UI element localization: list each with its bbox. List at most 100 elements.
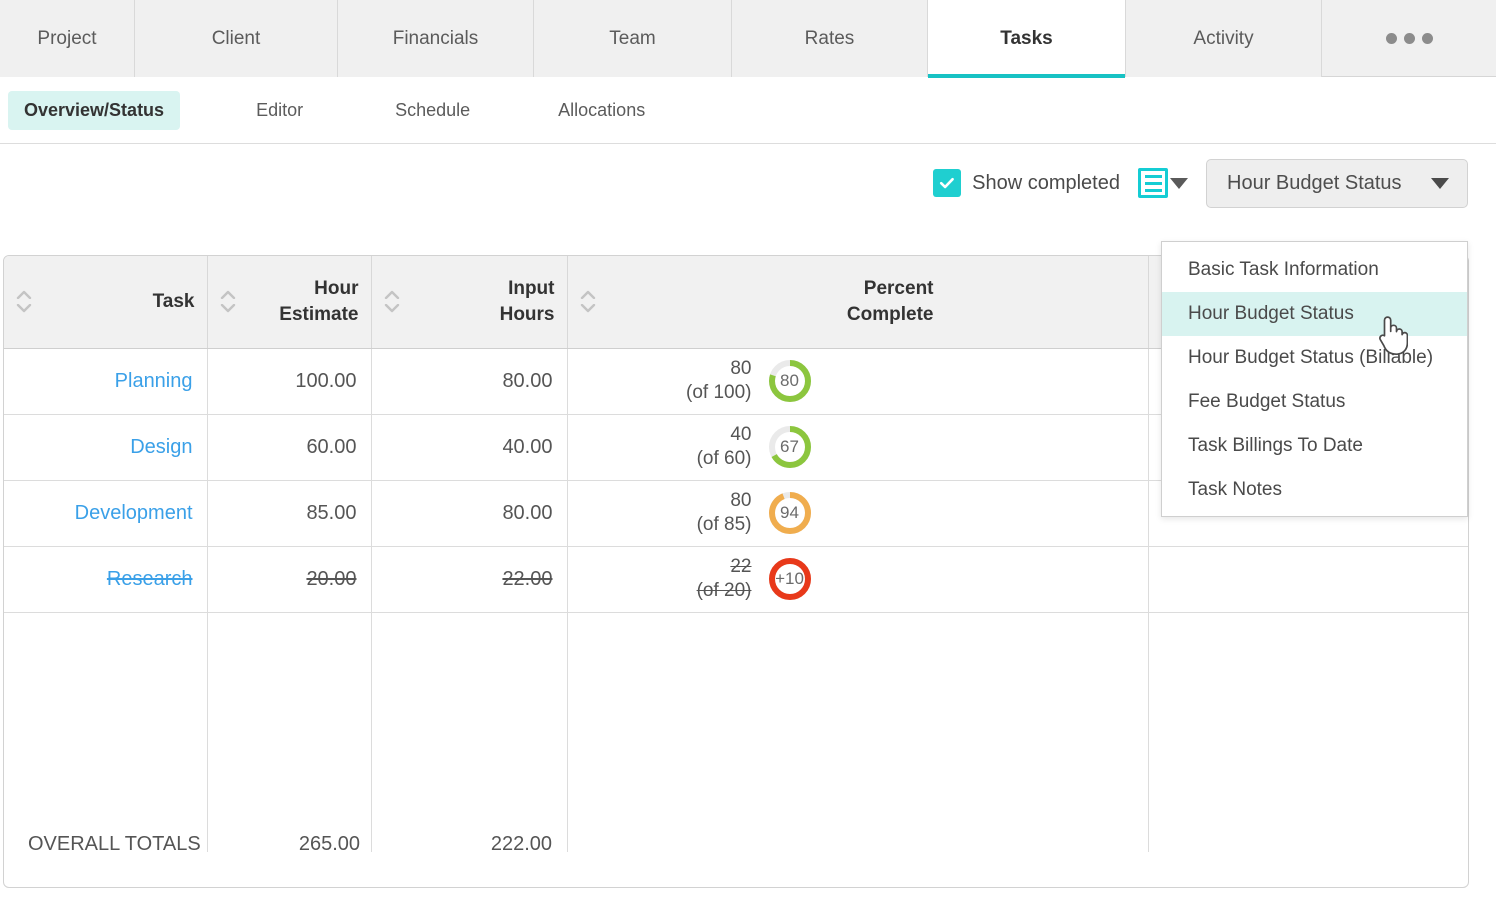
column-header-hour-estimate[interactable]: Hour Estimate: [207, 256, 372, 349]
tab-label: Rates: [804, 27, 855, 49]
header-line-1: Hour: [314, 277, 359, 299]
column-header-label: Input Hours: [400, 276, 555, 328]
pc-value: 22: [730, 555, 752, 577]
subtab-allocations[interactable]: Allocations: [542, 91, 661, 130]
pc-value: 80: [730, 489, 752, 511]
percent-complete-text: 40 (of 60): [660, 423, 752, 472]
cell-task: Research: [4, 546, 208, 613]
totals-input-hours: 222.00: [490, 833, 552, 855]
view-select[interactable]: Hour Budget Status: [1206, 158, 1468, 208]
column-header-task[interactable]: Task: [4, 256, 208, 349]
menu-item-label: Hour Budget Status (Billable): [1188, 347, 1434, 368]
chevron-down-icon: [1170, 177, 1188, 189]
chevron-down-icon: [1431, 177, 1449, 189]
cell-hour-estimate: 60.00: [207, 414, 372, 481]
header-line-2: Estimate: [279, 303, 359, 325]
tab-rates[interactable]: Rates: [732, 0, 928, 77]
cell-hour-estimate: 20.00: [207, 546, 372, 613]
subtab-schedule[interactable]: Schedule: [379, 91, 486, 130]
header-line-1: Input: [508, 277, 555, 299]
column-header-percent-complete[interactable]: Percent Complete: [567, 256, 1149, 349]
menu-item-label: Fee Budget Status: [1188, 391, 1346, 412]
percent-complete-text: 22 (of 20): [660, 555, 752, 604]
menu-item-label: Task Notes: [1188, 479, 1282, 500]
subtab-editor[interactable]: Editor: [240, 91, 319, 130]
tab-label: Team: [609, 27, 656, 49]
table-toolbar: Show completed Hour Budget Status: [0, 144, 1496, 222]
column-header-label: Task: [152, 290, 195, 312]
menu-item-basic-task-information[interactable]: Basic Task Information: [1162, 248, 1467, 292]
sort-toggle-task[interactable]: [16, 290, 32, 313]
donut-value: +10: [775, 569, 804, 588]
sort-toggle-hour-estimate[interactable]: [220, 290, 236, 313]
column-header-label: Percent Complete: [596, 276, 934, 328]
cell-hour-estimate: 85.00: [207, 480, 372, 547]
pc-value: 80: [730, 357, 752, 379]
tab-label: Client: [211, 27, 261, 49]
cell-input-hours: 80.00: [371, 348, 568, 415]
pc-of: (of 20): [696, 580, 752, 601]
menu-item-hour-budget-status[interactable]: Hour Budget Status: [1162, 292, 1467, 336]
menu-item-label: Task Billings To Date: [1188, 435, 1363, 456]
tab-overflow-button[interactable]: [1322, 0, 1496, 76]
cell-extra: [1148, 546, 1468, 613]
cell-input-hours: 40.00: [371, 414, 568, 481]
secondary-tab-bar: Overview/Status Editor Schedule Allocati…: [0, 77, 1496, 144]
tab-activity[interactable]: Activity: [1126, 0, 1322, 77]
progress-donut: +10: [767, 556, 813, 602]
totals-hour-estimate: 265.00: [298, 833, 360, 855]
tab-team[interactable]: Team: [534, 0, 732, 77]
subtab-label: Editor: [256, 99, 304, 120]
donut-value: 67: [780, 437, 799, 456]
overflow-dots-icon: [1385, 32, 1433, 44]
menu-item-task-notes[interactable]: Task Notes: [1162, 468, 1467, 512]
subtab-overview-status[interactable]: Overview/Status: [8, 90, 181, 130]
cell-task: Planning: [4, 348, 208, 415]
tab-client[interactable]: Client: [135, 0, 338, 77]
tab-label: Financials: [392, 27, 479, 49]
overall-totals-row: OVERALL TOTALS 265.00 222.00: [4, 802, 1468, 887]
totals-label: OVERALL TOTALS: [28, 833, 201, 855]
progress-donut: 80: [767, 358, 813, 404]
sort-toggle-percent-complete[interactable]: [580, 290, 596, 313]
pc-of: (of 85): [696, 514, 752, 535]
view-select-dropdown-menu: Basic Task Information Hour Budget Statu…: [1161, 241, 1468, 517]
cell-input-hours: 80.00: [371, 480, 568, 547]
list-view-icon: [1138, 168, 1168, 198]
column-header-input-hours[interactable]: Input Hours: [371, 256, 568, 349]
subtab-label: Overview/Status: [24, 99, 165, 120]
cell-percent-complete: 40 (of 60) 67: [567, 414, 1149, 481]
pc-of: (of 100): [686, 382, 752, 403]
tab-tasks[interactable]: Tasks: [928, 0, 1126, 78]
donut-value: 94: [780, 503, 799, 522]
task-link[interactable]: Planning: [115, 370, 193, 392]
cell-percent-complete: 80 (of 85) 94: [567, 480, 1149, 547]
table-row[interactable]: Research 20.00 22.00 22 (of 20) +10: [4, 546, 1468, 613]
primary-tab-bar: Project Client Financials Team Rates Tas…: [0, 0, 1496, 78]
task-link[interactable]: Design: [130, 436, 192, 458]
cell-input-hours: 22.00: [371, 546, 568, 613]
task-link[interactable]: Development: [75, 502, 193, 524]
tab-financials[interactable]: Financials: [338, 0, 534, 77]
cell-task: Design: [4, 414, 208, 481]
menu-item-task-billings-to-date[interactable]: Task Billings To Date: [1162, 424, 1467, 468]
cell-hour-estimate: 100.00: [207, 348, 372, 415]
menu-item-label: Hour Budget Status: [1188, 303, 1354, 324]
column-header-label: Hour Estimate: [236, 276, 359, 328]
percent-complete-text: 80 (of 85): [660, 489, 752, 538]
cell-task: Development: [4, 480, 208, 547]
show-completed-checkbox[interactable]: Show completed: [933, 169, 1120, 197]
sort-toggle-input-hours[interactable]: [384, 290, 400, 313]
header-line-2: Hours: [499, 303, 555, 325]
menu-item-fee-budget-status[interactable]: Fee Budget Status: [1162, 380, 1467, 424]
menu-item-label: Basic Task Information: [1188, 259, 1379, 280]
column-layout-button[interactable]: [1138, 168, 1188, 198]
tab-label: Tasks: [1000, 27, 1053, 49]
subtab-label: Allocations: [558, 99, 646, 120]
task-link[interactable]: Research: [107, 568, 193, 590]
menu-item-hour-budget-status-billable[interactable]: Hour Budget Status (Billable): [1162, 336, 1467, 380]
progress-donut: 67: [767, 424, 813, 470]
percent-complete-text: 80 (of 100): [660, 357, 752, 406]
tab-project[interactable]: Project: [0, 0, 135, 77]
view-select-value: Hour Budget Status: [1227, 171, 1402, 194]
